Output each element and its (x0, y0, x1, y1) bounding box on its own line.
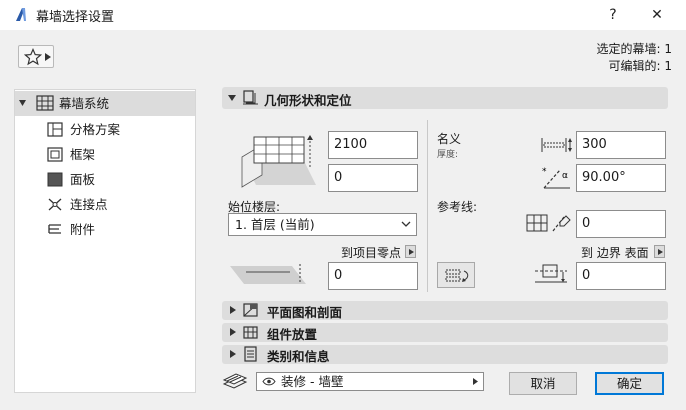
chevron-down-icon (401, 221, 411, 227)
layer-select[interactable]: 装修 - 墙壁 (256, 372, 484, 391)
expand-arrow-icon (230, 328, 236, 336)
expand-arrow-icon (473, 378, 478, 385)
junction-icon (48, 198, 62, 211)
base-offset-field[interactable]: 0 (328, 164, 418, 192)
angle-field[interactable]: 90.00° (576, 164, 666, 192)
expand-arrow-icon (658, 249, 663, 255)
geometry-positioning-icon (243, 90, 258, 105)
reference-offset-field[interactable]: 0 (576, 210, 666, 238)
flip-direction-button[interactable] (437, 262, 475, 288)
eye-icon (262, 377, 276, 386)
to-project-zero-label: 到项目零点 (341, 246, 402, 260)
to-boundary-label: 到 边界 表面 (581, 246, 649, 260)
sidebar-item-frame[interactable]: 框架 (15, 142, 195, 167)
home-story-value: 1. 首层 (当前) (235, 217, 315, 232)
title-bar: 幕墙选择设置 ? ✕ (0, 0, 686, 30)
floor-plan-section-icon (243, 303, 258, 317)
section-label: 平面图和剖面 (267, 305, 343, 320)
component-placement-icon (243, 326, 258, 339)
section-header-geometry[interactable]: 几何形状和定位 (222, 87, 668, 109)
panel-icon (47, 172, 63, 187)
height-field[interactable]: 2100 (328, 131, 418, 159)
expand-arrow-icon (45, 53, 51, 61)
section-label: 几何形状和定位 (264, 93, 352, 108)
flip-icon (445, 269, 469, 282)
boundary-offset-icon (535, 264, 567, 283)
section-header-component[interactable]: 组件放置 (222, 323, 668, 342)
angle-icon: * α (542, 167, 570, 189)
thickness-field[interactable]: 300 (576, 131, 666, 159)
reference-line-icon (526, 214, 571, 232)
close-button[interactable]: ✕ (642, 4, 672, 26)
project-zero-icon (230, 264, 306, 284)
section-header-category[interactable]: 类别和信息 (222, 345, 668, 364)
sidebar-item-label: 分格方案 (70, 122, 121, 137)
sidebar-item-panel-scheme[interactable]: 分格方案 (15, 117, 195, 142)
section-header-floor-plan[interactable]: 平面图和剖面 (222, 301, 668, 320)
svg-text:α: α (562, 171, 568, 181)
favorites-button[interactable] (18, 45, 54, 68)
help-button[interactable]: ? (598, 4, 628, 26)
curtain-wall-height-icon (241, 135, 316, 188)
boundary-offset-field[interactable]: 0 (576, 262, 666, 290)
category-info-icon (244, 346, 257, 362)
frame-icon (47, 147, 63, 162)
to-boundary-button[interactable] (654, 245, 665, 258)
sidebar-item-panel[interactable]: 面板 (15, 167, 195, 192)
reference-line-label: 参考线: (437, 200, 478, 214)
expand-arrow-icon (409, 249, 414, 255)
collapse-arrow-icon[interactable] (19, 99, 26, 108)
sidebar-item-accessory[interactable]: 附件 (15, 217, 195, 242)
editable-count: 可编辑的: 1 (608, 59, 673, 73)
thickness-icon (541, 138, 572, 152)
window-title: 幕墙选择设置 (36, 10, 115, 25)
accessory-icon (48, 224, 61, 234)
project-zero-field[interactable]: 0 (328, 262, 418, 290)
home-story-select[interactable]: 1. 首层 (当前) (228, 213, 417, 236)
panel-scheme-icon (47, 122, 63, 137)
expand-arrow-icon (230, 306, 236, 314)
settings-tree: 幕墙系统 分格方案 框架 面板 连接点 附件 (14, 89, 196, 393)
collapse-arrow-icon (228, 95, 236, 101)
sidebar-item-label: 面板 (70, 172, 96, 187)
star-icon (24, 48, 42, 66)
sidebar-item-junction[interactable]: 连接点 (15, 192, 195, 217)
column-divider (427, 120, 428, 292)
section-label: 类别和信息 (267, 349, 330, 364)
grid-icon (36, 95, 54, 111)
thickness-label: 厚度: (437, 150, 459, 160)
to-project-zero-button[interactable] (405, 245, 416, 258)
nominal-label: 名义 (437, 132, 462, 146)
layer-value: 装修 - 墙壁 (281, 374, 344, 389)
selected-count: 选定的幕墙: 1 (596, 42, 673, 56)
layer-icon (222, 373, 248, 389)
sidebar-item-label: 框架 (70, 147, 96, 162)
ok-button[interactable]: 确定 (595, 372, 664, 395)
cancel-button[interactable]: 取消 (509, 372, 577, 395)
sidebar-item-label: 幕墙系统 (59, 96, 110, 111)
sidebar-item-curtain-wall-system[interactable]: 幕墙系统 (15, 91, 195, 116)
section-label: 组件放置 (267, 327, 318, 342)
sidebar-item-label: 连接点 (70, 197, 108, 212)
sidebar-item-label: 附件 (70, 222, 96, 237)
archicad-logo-icon (16, 8, 26, 21)
expand-arrow-icon (230, 350, 236, 358)
svg-text:*: * (542, 167, 547, 177)
